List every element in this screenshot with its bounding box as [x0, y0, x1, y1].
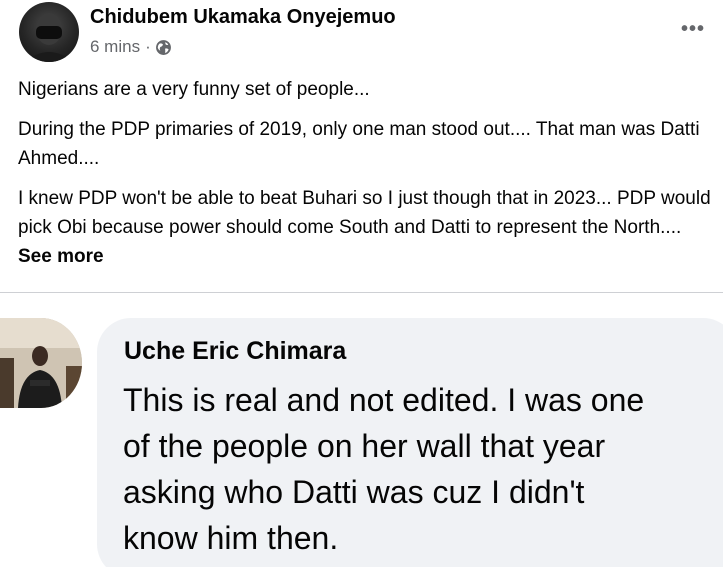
facebook-screenshot: Chidubem Ukamaka Onyejemuo 6 mins · ••• …	[0, 0, 723, 567]
meta-separator: ·	[145, 37, 151, 56]
post-body: Nigerians are a very funny set of people…	[18, 75, 718, 282]
post-author-name[interactable]: Chidubem Ukamaka Onyejemuo	[90, 6, 396, 29]
commenter-name[interactable]: Uche Eric Chimara	[124, 337, 346, 366]
section-divider	[0, 292, 723, 293]
commenter-photo-icon	[0, 318, 82, 408]
globe-icon[interactable]	[155, 39, 172, 56]
post-header: Chidubem Ukamaka Onyejemuo 6 mins · •••	[0, 0, 723, 70]
more-options-button[interactable]: •••	[676, 16, 710, 42]
post-paragraph: During the PDP primaries of 2019, only o…	[18, 119, 700, 169]
post-paragraph: Nigerians are a very funny set of people…	[18, 79, 370, 100]
comment-line: asking who Datti was cuz I didn't	[123, 474, 585, 510]
post-meta: 6 mins ·	[90, 37, 172, 57]
post-timestamp[interactable]: 6 mins	[90, 37, 140, 57]
see-more-link[interactable]: See more	[18, 246, 104, 267]
comment-line: know him then.	[123, 520, 339, 556]
commenter-avatar[interactable]	[0, 318, 82, 408]
post-author-avatar[interactable]	[19, 2, 79, 62]
post-paragraph-text: I knew PDP won't be able to beat Buhari …	[18, 188, 711, 238]
avatar-face-icon	[25, 13, 73, 62]
post-paragraph-last: I knew PDP won't be able to beat Buhari …	[18, 184, 718, 271]
comment-line: This is real and not edited. I was one	[123, 382, 645, 418]
comment-line: of the people on her wall that year	[123, 428, 606, 464]
comment-text: This is real and not edited. I was one o…	[123, 377, 723, 561]
